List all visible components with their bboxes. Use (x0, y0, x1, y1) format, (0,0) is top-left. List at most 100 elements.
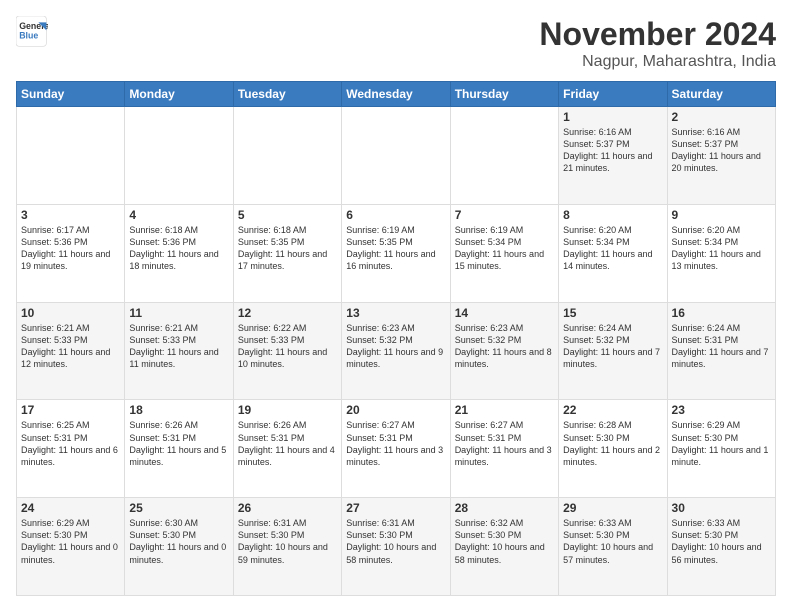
day-number: 1 (563, 110, 662, 124)
day-info: Sunrise: 6:23 AMSunset: 5:32 PMDaylight:… (455, 322, 554, 371)
day-number: 3 (21, 208, 120, 222)
calendar-cell (233, 107, 341, 205)
day-number: 23 (672, 403, 771, 417)
calendar-cell: 29 Sunrise: 6:33 AMSunset: 5:30 PMDayligh… (559, 498, 667, 596)
calendar-cell: 15 Sunrise: 6:24 AMSunset: 5:32 PMDayligh… (559, 302, 667, 400)
calendar-cell: 30 Sunrise: 6:33 AMSunset: 5:30 PMDayligh… (667, 498, 775, 596)
day-number: 24 (21, 501, 120, 515)
day-number: 20 (346, 403, 445, 417)
weekday-wednesday: Wednesday (342, 82, 450, 107)
day-info: Sunrise: 6:16 AMSunset: 5:37 PMDaylight:… (563, 126, 662, 175)
day-number: 13 (346, 306, 445, 320)
day-number: 29 (563, 501, 662, 515)
day-info: Sunrise: 6:18 AMSunset: 5:36 PMDaylight:… (129, 224, 228, 273)
day-number: 19 (238, 403, 337, 417)
day-info: Sunrise: 6:27 AMSunset: 5:31 PMDaylight:… (455, 419, 554, 468)
day-number: 12 (238, 306, 337, 320)
sub-title: Nagpur, Maharashtra, India (539, 53, 776, 71)
day-info: Sunrise: 6:33 AMSunset: 5:30 PMDaylight:… (672, 517, 771, 566)
day-number: 22 (563, 403, 662, 417)
day-info: Sunrise: 6:21 AMSunset: 5:33 PMDaylight:… (21, 322, 120, 371)
weekday-thursday: Thursday (450, 82, 558, 107)
calendar-cell: 9 Sunrise: 6:20 AMSunset: 5:34 PMDaylight… (667, 204, 775, 302)
day-info: Sunrise: 6:19 AMSunset: 5:34 PMDaylight:… (455, 224, 554, 273)
calendar-cell: 17 Sunrise: 6:25 AMSunset: 5:31 PMDayligh… (17, 400, 125, 498)
day-info: Sunrise: 6:24 AMSunset: 5:32 PMDaylight:… (563, 322, 662, 371)
day-info: Sunrise: 6:21 AMSunset: 5:33 PMDaylight:… (129, 322, 228, 371)
week-row-4: 17 Sunrise: 6:25 AMSunset: 5:31 PMDayligh… (17, 400, 776, 498)
calendar-cell: 10 Sunrise: 6:21 AMSunset: 5:33 PMDayligh… (17, 302, 125, 400)
main-title: November 2024 (539, 16, 776, 53)
svg-text:Blue: Blue (19, 30, 38, 40)
weekday-tuesday: Tuesday (233, 82, 341, 107)
day-info: Sunrise: 6:17 AMSunset: 5:36 PMDaylight:… (21, 224, 120, 273)
logo-icon: General Blue (16, 16, 48, 48)
day-info: Sunrise: 6:32 AMSunset: 5:30 PMDaylight:… (455, 517, 554, 566)
day-number: 14 (455, 306, 554, 320)
week-row-3: 10 Sunrise: 6:21 AMSunset: 5:33 PMDayligh… (17, 302, 776, 400)
week-row-1: 1 Sunrise: 6:16 AMSunset: 5:37 PMDaylight… (17, 107, 776, 205)
day-number: 26 (238, 501, 337, 515)
calendar-cell: 6Sunrise: 6:19 AMSunset: 5:35 PMDaylight… (342, 204, 450, 302)
day-info: Sunrise: 6:18 AMSunset: 5:35 PMDaylight:… (238, 224, 337, 273)
calendar-cell (342, 107, 450, 205)
weekday-monday: Monday (125, 82, 233, 107)
day-number: 28 (455, 501, 554, 515)
week-row-2: 3 Sunrise: 6:17 AMSunset: 5:36 PMDaylight… (17, 204, 776, 302)
day-number: 10 (21, 306, 120, 320)
calendar-cell: 22 Sunrise: 6:28 AMSunset: 5:30 PMDayligh… (559, 400, 667, 498)
day-number: 21 (455, 403, 554, 417)
day-number: 30 (672, 501, 771, 515)
day-info: Sunrise: 6:29 AMSunset: 5:30 PMDaylight:… (672, 419, 771, 468)
calendar-cell: 5 Sunrise: 6:18 AMSunset: 5:35 PMDaylight… (233, 204, 341, 302)
day-info: Sunrise: 6:20 AMSunset: 5:34 PMDaylight:… (563, 224, 662, 273)
day-number: 6 (346, 208, 445, 222)
calendar-cell (17, 107, 125, 205)
calendar-cell: 25Sunrise: 6:30 AMSunset: 5:30 PMDayligh… (125, 498, 233, 596)
day-info: Sunrise: 6:16 AMSunset: 5:37 PMDaylight:… (672, 126, 771, 175)
day-number: 5 (238, 208, 337, 222)
calendar-cell: 21 Sunrise: 6:27 AMSunset: 5:31 PMDayligh… (450, 400, 558, 498)
calendar-cell: 12Sunrise: 6:22 AMSunset: 5:33 PMDayligh… (233, 302, 341, 400)
day-number: 16 (672, 306, 771, 320)
calendar-cell: 8 Sunrise: 6:20 AMSunset: 5:34 PMDaylight… (559, 204, 667, 302)
day-info: Sunrise: 6:30 AMSunset: 5:30 PMDaylight:… (129, 517, 228, 566)
calendar-cell: 20 Sunrise: 6:27 AMSunset: 5:31 PMDayligh… (342, 400, 450, 498)
calendar: SundayMondayTuesdayWednesdayThursdayFrid… (16, 81, 776, 596)
calendar-cell: 13 Sunrise: 6:23 AMSunset: 5:32 PMDayligh… (342, 302, 450, 400)
calendar-cell: 18 Sunrise: 6:26 AMSunset: 5:31 PMDayligh… (125, 400, 233, 498)
day-info: Sunrise: 6:20 AMSunset: 5:34 PMDaylight:… (672, 224, 771, 273)
calendar-cell (125, 107, 233, 205)
calendar-cell: 14 Sunrise: 6:23 AMSunset: 5:32 PMDayligh… (450, 302, 558, 400)
calendar-cell: 16Sunrise: 6:24 AMSunset: 5:31 PMDayligh… (667, 302, 775, 400)
calendar-cell: 23 Sunrise: 6:29 AMSunset: 5:30 PMDayligh… (667, 400, 775, 498)
day-info: Sunrise: 6:26 AMSunset: 5:31 PMDaylight:… (129, 419, 228, 468)
calendar-cell: 1 Sunrise: 6:16 AMSunset: 5:37 PMDaylight… (559, 107, 667, 205)
day-number: 8 (563, 208, 662, 222)
day-number: 7 (455, 208, 554, 222)
calendar-cell: 11 Sunrise: 6:21 AMSunset: 5:33 PMDayligh… (125, 302, 233, 400)
weekday-header-row: SundayMondayTuesdayWednesdayThursdayFrid… (17, 82, 776, 107)
calendar-cell: 4 Sunrise: 6:18 AMSunset: 5:36 PMDaylight… (125, 204, 233, 302)
calendar-cell (450, 107, 558, 205)
day-info: Sunrise: 6:23 AMSunset: 5:32 PMDaylight:… (346, 322, 445, 371)
week-row-5: 24 Sunrise: 6:29 AMSunset: 5:30 PMDayligh… (17, 498, 776, 596)
day-number: 4 (129, 208, 228, 222)
day-number: 18 (129, 403, 228, 417)
day-info: Sunrise: 6:25 AMSunset: 5:31 PMDaylight:… (21, 419, 120, 468)
day-number: 17 (21, 403, 120, 417)
header: General Blue November 2024 Nagpur, Mahar… (16, 16, 776, 71)
weekday-sunday: Sunday (17, 82, 125, 107)
title-section: November 2024 Nagpur, Maharashtra, India (539, 16, 776, 71)
calendar-cell: 26Sunrise: 6:31 AMSunset: 5:30 PMDayligh… (233, 498, 341, 596)
calendar-cell: 19Sunrise: 6:26 AMSunset: 5:31 PMDayligh… (233, 400, 341, 498)
day-number: 9 (672, 208, 771, 222)
weekday-friday: Friday (559, 82, 667, 107)
day-number: 11 (129, 306, 228, 320)
day-info: Sunrise: 6:29 AMSunset: 5:30 PMDaylight:… (21, 517, 120, 566)
day-info: Sunrise: 6:33 AMSunset: 5:30 PMDaylight:… (563, 517, 662, 566)
calendar-cell: 2Sunrise: 6:16 AMSunset: 5:37 PMDaylight… (667, 107, 775, 205)
day-info: Sunrise: 6:28 AMSunset: 5:30 PMDaylight:… (563, 419, 662, 468)
day-info: Sunrise: 6:27 AMSunset: 5:31 PMDaylight:… (346, 419, 445, 468)
day-number: 15 (563, 306, 662, 320)
